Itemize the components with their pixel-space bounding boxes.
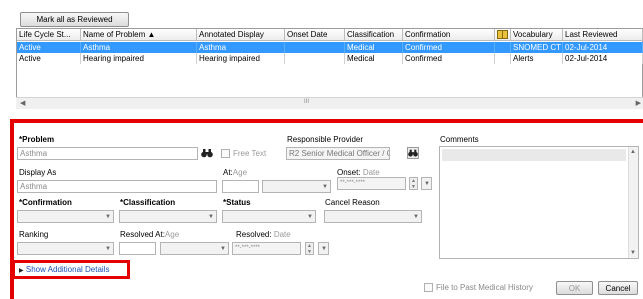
chevron-down-icon: ▼ [105,246,111,252]
resolved-date-field[interactable]: **-***-**** [232,242,301,255]
cell-last-reviewed: 02-Jul-2014 [563,42,643,53]
column-header-onset-date[interactable]: Onset Date [285,29,345,41]
cell-name: Hearing impaired [81,53,197,64]
comments-textarea[interactable]: ▲ ▼ [439,146,639,259]
caret-right-icon: ▶ [19,268,24,274]
resolved-at-text: Resolved At: [120,230,165,239]
binoculars-icon[interactable] [201,147,213,159]
column-header-annotated-display[interactable]: Annotated Display [197,29,285,41]
confirmation-select[interactable]: ▼ [17,210,114,223]
onset-date-spinner[interactable]: ▲ ▼ [409,177,418,190]
cell-classification: Medical [345,53,403,64]
cancel-reason-label: Cancel Reason [325,198,380,207]
free-text-label: Free Text [233,149,267,158]
ranking-label: Ranking [19,230,49,239]
onset-date-field[interactable]: **-***-**** [337,177,406,190]
resolved-text: Resolved: [236,230,272,239]
classification-select[interactable]: ▼ [119,210,217,223]
onset-date-text: Date [362,168,380,177]
resolved-age-text: Age [164,230,180,239]
column-header-book[interactable] [495,29,511,41]
scroll-down-icon[interactable]: ▼ [630,250,636,256]
cell-onset [285,42,345,53]
age-text: Age [232,168,248,177]
cell-vocabulary: SNOMED CT [511,42,563,53]
cell-classification: Medical [345,42,403,53]
cell-book [495,53,511,64]
ranking-select[interactable]: ▼ [17,242,114,255]
resolved-at-label: Resolved At:Age [120,230,179,239]
comments-line [442,149,626,161]
provider-label: Responsible Provider [287,135,364,144]
onset-age-field[interactable] [222,180,259,193]
onset-age-unit-select[interactable]: ▼ [262,180,331,193]
book-icon [497,30,508,39]
at-label: At:Age [223,168,247,177]
resolved-label: Resolved: Date [236,230,291,239]
show-details-text: Show Additional Details [25,265,110,274]
file-history-label: File to Past Medical History [436,283,533,292]
free-text-checkbox[interactable] [221,149,230,158]
comments-scrollbar[interactable]: ▲ ▼ [628,147,638,258]
cell-status: Active [17,53,81,64]
column-header-name[interactable]: Name of Problem ▲ [81,29,197,41]
status-label: *Status [223,198,251,207]
cell-onset [285,53,345,64]
confirmation-label: *Confirmation [19,198,72,207]
resolved-date-dropdown[interactable]: ▼ [318,242,329,255]
chevron-down-icon: ▼ [105,214,111,220]
chevron-down-icon: ▼ [220,246,226,252]
display-as-label: Display As [19,168,57,177]
chevron-down-icon: ▼ [413,214,419,220]
resolved-age-unit-select[interactable]: ▼ [160,242,229,255]
cell-vocabulary: Alerts [511,53,563,64]
onset-label: Onset: Date [337,168,380,177]
column-header-confirmation[interactable]: Confirmation [403,29,495,41]
cell-confirmation: Confirmed [403,53,495,64]
classification-label: *Classification [120,198,176,207]
comments-label: Comments [440,135,479,144]
cell-book [495,42,511,53]
column-header-life-cycle[interactable]: Life Cycle St... [17,29,81,41]
file-history-checkbox[interactable] [424,283,433,292]
scroll-thumb-grip[interactable]: III [304,99,309,105]
scroll-left-icon[interactable]: ◀ [20,99,25,107]
chevron-down-icon: ▼ [208,214,214,220]
display-as-field[interactable]: Asthma [17,180,217,193]
cell-status: Active [17,42,81,53]
cell-name: Asthma [81,42,197,53]
mark-all-reviewed-button[interactable]: Mark all as Reviewed [20,12,129,27]
chevron-down-icon: ▼ [321,246,327,252]
scroll-up-icon[interactable]: ▲ [630,149,636,155]
cell-last-reviewed: 02-Jul-2014 [563,53,643,64]
cell-confirmation: Confirmed [403,42,495,53]
chevron-down-icon: ▼ [322,184,328,190]
cancel-reason-select[interactable]: ▼ [324,210,422,223]
cancel-button[interactable]: Cancel [598,281,638,295]
onset-date-dropdown[interactable]: ▼ [421,177,432,190]
column-header-vocabulary[interactable]: Vocabulary [511,29,563,41]
problem-field[interactable]: Asthma [17,147,198,160]
horizontal-scrollbar[interactable]: ◀ III ▶ [16,97,643,109]
resolved-date-spinner[interactable]: ▲ ▼ [305,242,314,255]
provider-field[interactable]: R2 Senior Medical Officer / Con [286,147,390,160]
scroll-right-icon[interactable]: ▶ [636,99,641,107]
cell-display: Asthma [197,42,285,53]
provider-binoculars-icon[interactable] [407,147,419,159]
chevron-down-icon: ▼ [307,214,313,220]
column-header-last-reviewed[interactable]: Last Reviewed [563,29,643,41]
onset-text: Onset: [337,168,361,177]
resolved-date-text: Date [273,230,291,239]
problem-label: *Problem [19,135,55,144]
column-header-classification[interactable]: Classification [345,29,403,41]
status-select[interactable]: ▼ [222,210,316,223]
at-text: At: [223,168,233,177]
resolved-age-field[interactable] [119,242,156,255]
cell-display: Hearing impaired [197,53,285,64]
ok-button[interactable]: OK [556,281,593,295]
show-additional-details-link[interactable]: ▶ Show Additional Details [19,265,109,274]
chevron-down-icon: ▼ [424,181,430,187]
